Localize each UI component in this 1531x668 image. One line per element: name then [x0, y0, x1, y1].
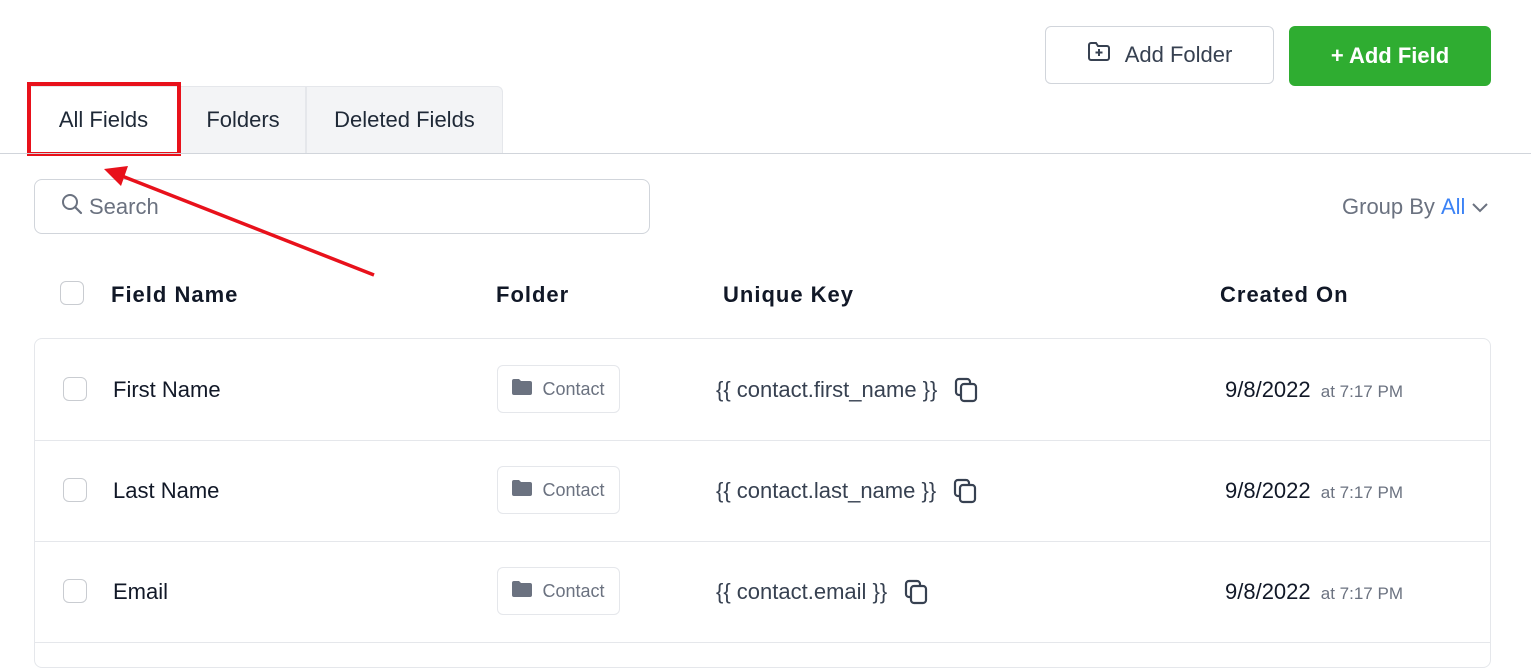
folder-label: Contact [542, 580, 605, 601]
created-on: 9/8/2022 at 7:17 PM [1225, 377, 1403, 403]
group-by-value: All [1440, 194, 1466, 219]
group-by-dropdown[interactable]: Group By All [1342, 194, 1489, 220]
chevron-down-icon [1471, 194, 1489, 220]
row-checkbox[interactable] [63, 478, 87, 502]
group-by-label: Group By [1342, 194, 1435, 219]
table-row: Last Name Contact {{ contact.last_name }… [35, 440, 1490, 542]
field-name[interactable]: Email [113, 579, 168, 605]
folder-chip[interactable]: Contact [497, 567, 620, 615]
created-time: at 7:17 PM [1320, 382, 1403, 401]
add-field-button[interactable]: + Add Field [1289, 26, 1491, 86]
folder-icon [512, 479, 533, 501]
tab-deleted-fields[interactable]: Deleted Fields [306, 86, 503, 153]
search-input[interactable] [87, 192, 631, 221]
add-folder-label: Add Folder [1124, 42, 1233, 67]
folder-chip[interactable]: Contact [497, 365, 620, 413]
folder-plus-icon [1087, 41, 1111, 69]
created-date: 9/8/2022 [1225, 478, 1311, 503]
folder-label: Contact [542, 479, 605, 500]
table-header: Field Name Folder Unique Key Created On [0, 270, 1531, 316]
table-row: First Name Contact {{ contact.first_name… [35, 339, 1490, 441]
header-created-on: Created On [1220, 282, 1349, 307]
field-name[interactable]: First Name [113, 377, 221, 403]
unique-key-text: {{ contact.first_name }} [716, 377, 938, 402]
unique-key: {{ contact.last_name }} [716, 478, 978, 504]
fields-table: First Name Contact {{ contact.first_name… [34, 338, 1491, 668]
folder-icon [512, 378, 533, 400]
header-unique-key: Unique Key [723, 282, 855, 307]
created-time: at 7:17 PM [1320, 584, 1403, 603]
field-name[interactable]: Last Name [113, 478, 219, 504]
unique-key: {{ contact.email }} [716, 579, 929, 605]
created-on: 9/8/2022 at 7:17 PM [1225, 478, 1403, 504]
row-checkbox[interactable] [63, 579, 87, 603]
table-row: Email Contact {{ contact.email }} 9/8/20… [35, 541, 1490, 643]
header-field-name: Field Name [111, 282, 239, 307]
search-icon [61, 193, 83, 220]
tab-divider [0, 153, 1531, 154]
unique-key-text: {{ contact.email }} [716, 579, 888, 604]
tab-folders[interactable]: Folders [180, 86, 306, 153]
tab-all-fields[interactable]: All Fields [27, 86, 180, 153]
tab-bar: All Fields Folders Deleted Fields [27, 86, 503, 153]
folder-chip[interactable]: Contact [497, 466, 620, 514]
folder-label: Contact [542, 378, 605, 399]
select-all-checkbox[interactable] [60, 281, 84, 305]
created-on: 9/8/2022 at 7:17 PM [1225, 579, 1403, 605]
created-date: 9/8/2022 [1225, 377, 1311, 402]
unique-key-text: {{ contact.last_name }} [716, 478, 937, 503]
created-time: at 7:17 PM [1320, 483, 1403, 502]
row-checkbox[interactable] [63, 377, 87, 401]
folder-icon [512, 580, 533, 602]
created-date: 9/8/2022 [1225, 579, 1311, 604]
copy-icon[interactable] [952, 478, 978, 504]
add-folder-button[interactable]: Add Folder [1045, 26, 1274, 84]
header-folder: Folder [496, 282, 570, 307]
unique-key: {{ contact.first_name }} [716, 377, 979, 403]
copy-icon[interactable] [903, 579, 929, 605]
copy-icon[interactable] [953, 377, 979, 403]
search-box [34, 179, 650, 234]
